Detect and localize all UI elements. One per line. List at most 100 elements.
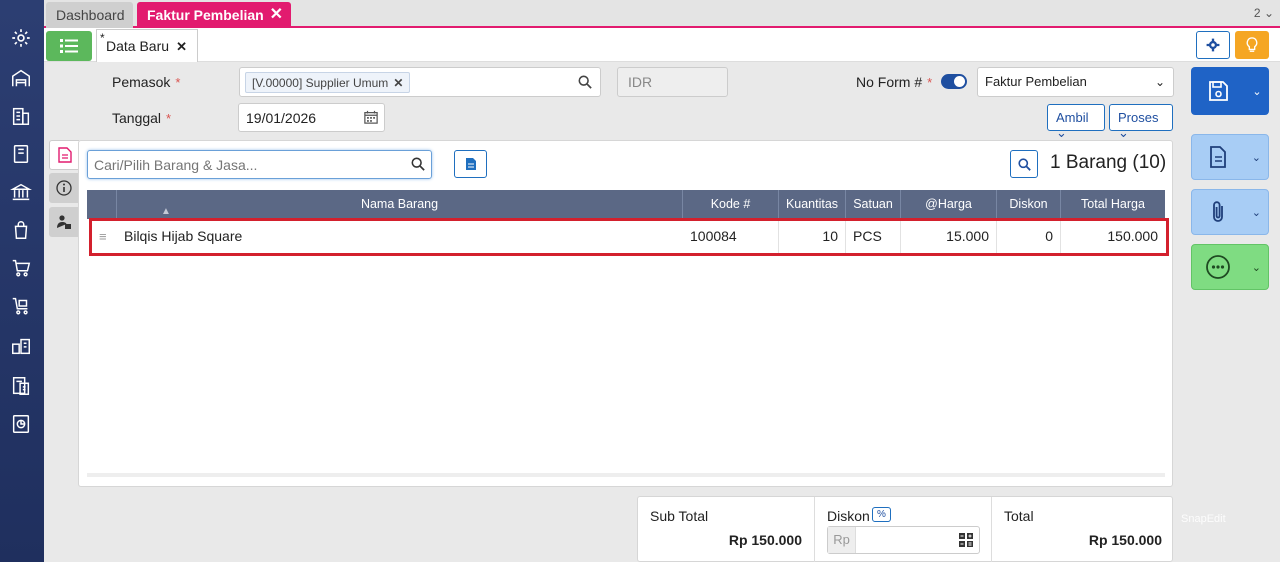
item-search-field[interactable]: [87, 150, 432, 179]
remove-supplier-icon[interactable]: ✕: [393, 76, 403, 90]
cart-icon[interactable]: [9, 256, 33, 280]
total-section: Total Rp 150.000: [992, 497, 1174, 562]
th-discount[interactable]: Diskon: [997, 190, 1061, 219]
user-lock-icon: [57, 215, 71, 229]
book-icon[interactable]: [9, 142, 33, 166]
discount-input[interactable]: Rp: [827, 526, 980, 554]
sales-icon[interactable]: [9, 218, 33, 242]
form-type-select[interactable]: Faktur Pembelian ⌄: [977, 67, 1174, 97]
total-label: Total: [1004, 508, 1034, 524]
more-options-button[interactable]: ⌄: [1191, 244, 1269, 290]
item-search-input[interactable]: [88, 151, 388, 178]
chevron-down-icon[interactable]: ⌄: [1245, 85, 1269, 98]
report-icon[interactable]: [9, 412, 33, 436]
doc-tab-label: Data Baru: [106, 38, 170, 54]
tax-icon[interactable]: [9, 374, 33, 398]
date-value: 19/01/2026: [246, 110, 317, 126]
unsaved-marker: *: [100, 31, 105, 45]
th-total[interactable]: Total Harga: [1061, 190, 1165, 219]
settings-button[interactable]: [1196, 31, 1230, 59]
th-code[interactable]: Kode #: [683, 190, 779, 219]
form-number-label: No Form # *: [856, 74, 933, 90]
tab-info[interactable]: [49, 173, 79, 203]
discount-section: Diskon % Rp: [815, 497, 992, 562]
subtotal-label: Sub Total: [650, 508, 709, 524]
document-icon: [57, 147, 72, 163]
more-icon: [1206, 255, 1231, 279]
inventory-icon[interactable]: [9, 334, 33, 358]
close-doc-icon[interactable]: ✕: [176, 39, 187, 55]
tab-other[interactable]: [49, 207, 79, 237]
document-button[interactable]: ⌄: [1191, 134, 1269, 180]
document-icon: [465, 158, 476, 170]
currency-prefix: Rp: [828, 527, 856, 553]
document-icon: [1210, 146, 1227, 168]
doc-tab-data-baru[interactable]: * Data Baru ✕: [96, 29, 198, 62]
chevron-down-icon: ⌄: [1118, 125, 1129, 140]
notes-button[interactable]: [454, 150, 487, 178]
table-header: ▲ Nama Barang Kode # Kuantitas Satuan @Ha…: [87, 190, 1165, 219]
save-icon: [1209, 81, 1228, 101]
attachment-button[interactable]: ⌄: [1191, 189, 1269, 235]
open-tabs-count[interactable]: 2 ⌄: [1254, 6, 1274, 20]
search-icon: [1017, 157, 1031, 171]
settings-icon[interactable]: [9, 26, 33, 50]
paperclip-icon: [1213, 201, 1224, 222]
subtotal-value: Rp 150.000: [728, 532, 802, 548]
search-icon[interactable]: [578, 75, 592, 89]
list-icon: [60, 39, 78, 53]
document-tab-bar: * Data Baru ✕: [44, 28, 1280, 62]
totals-bar: Sub Total Rp 150.000 Diskon % Rp Total R…: [637, 496, 1173, 562]
date-label: Tanggal *: [112, 110, 172, 126]
item-detail-panel: 1 Barang (10) ▲Nama Barang Kode # Kuanti…: [78, 140, 1173, 487]
supplier-chip: [V.00000] Supplier Umum ✕: [245, 72, 411, 93]
building-icon[interactable]: [9, 104, 33, 128]
chevron-down-icon: ⌄: [1056, 125, 1067, 140]
horizontal-scrollbar[interactable]: [87, 473, 1165, 477]
th-price[interactable]: @Harga: [901, 190, 997, 219]
tab-dashboard[interactable]: Dashboard: [46, 2, 133, 28]
th-unit[interactable]: Satuan: [846, 190, 901, 219]
subtotal-section: Sub Total Rp 150.000: [638, 497, 815, 562]
item-count: 1 Barang (10): [1050, 152, 1167, 173]
tab-item-details[interactable]: [49, 140, 79, 170]
proses-button[interactable]: Proses ⌄: [1109, 104, 1173, 140]
percent-toggle-button[interactable]: %: [872, 507, 891, 522]
calculator-icon[interactable]: [959, 533, 973, 547]
calendar-icon[interactable]: [364, 110, 378, 124]
tab-faktur-pembelian[interactable]: Faktur Pembelian ✕: [137, 2, 291, 28]
bank-icon[interactable]: [9, 180, 33, 204]
discount-label: Diskon: [827, 508, 870, 524]
tips-button[interactable]: [1235, 31, 1269, 59]
lightbulb-icon: [1246, 37, 1258, 52]
row-highlight-box: [89, 218, 1169, 256]
th-qty[interactable]: Kuantitas: [779, 190, 846, 219]
chevron-down-icon[interactable]: ⌄: [1245, 151, 1268, 164]
supplier-label: Pemasok *: [112, 74, 181, 90]
th-name[interactable]: ▲ Nama Barang: [117, 190, 683, 219]
left-sidebar: [0, 0, 44, 562]
watermark: SnapEdit: [1181, 513, 1226, 525]
gear-icon: [1206, 38, 1220, 52]
top-tab-bar: Dashboard Faktur Pembelian ✕ 2 ⌄: [44, 0, 1280, 28]
search-items-button[interactable]: [1010, 150, 1038, 178]
warehouse-icon[interactable]: [9, 66, 33, 90]
tab-faktur-label: Faktur Pembelian: [147, 7, 264, 23]
total-value: Rp 150.000: [1088, 532, 1162, 548]
auto-number-toggle[interactable]: [941, 74, 967, 89]
currency-field: IDR: [617, 67, 728, 97]
chevron-down-icon[interactable]: ⌄: [1245, 261, 1268, 274]
close-tab-icon[interactable]: ✕: [270, 2, 283, 28]
date-field[interactable]: 19/01/2026: [238, 103, 385, 132]
supplier-select[interactable]: [V.00000] Supplier Umum ✕: [239, 67, 601, 97]
th-handle: [87, 190, 117, 219]
search-icon[interactable]: [411, 157, 425, 171]
form-type-value: Faktur Pembelian: [985, 74, 1087, 89]
chevron-down-icon: ⌄: [1154, 75, 1165, 89]
purchase-cart-icon[interactable]: [9, 294, 33, 318]
save-button[interactable]: ⌄: [1191, 67, 1269, 115]
chevron-down-icon[interactable]: ⌄: [1245, 206, 1268, 219]
list-view-button[interactable]: [46, 31, 92, 61]
info-icon: [56, 180, 72, 196]
ambil-button[interactable]: Ambil ⌄: [1047, 104, 1105, 140]
